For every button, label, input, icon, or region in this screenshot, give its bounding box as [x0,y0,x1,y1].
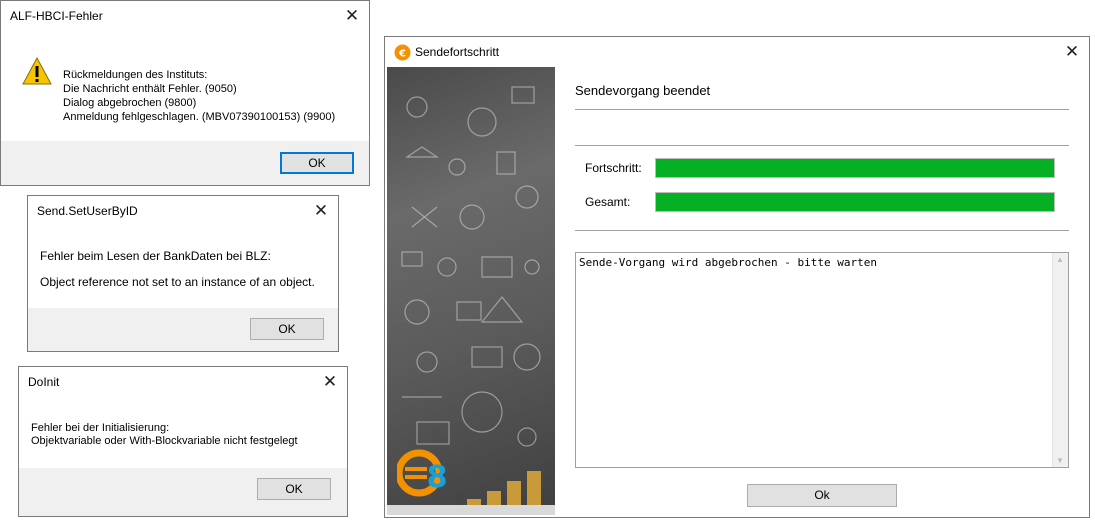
progress-label: Fortschritt: [585,161,642,175]
message-line: Die Nachricht enthält Fehler. (9050) [63,83,237,95]
message-line: Rückmeldungen des Instituts: [63,69,208,81]
total-label: Gesamt: [585,195,631,209]
set-user-by-id-error-dialog: Send.SetUserByID ✕ Fehler beim Lesen der… [27,195,339,352]
close-icon[interactable]: ✕ [335,1,369,31]
error-message: Fehler bei der Initialisierung: [31,422,170,434]
doinit-error-dialog: DoInit ✕ Fehler bei der Initialisierung:… [18,366,348,517]
log-text: Sende-Vorgang wird abgebrochen - bitte w… [579,256,878,269]
dialog-footer: OK [1,141,369,185]
close-icon[interactable]: ✕ [304,196,338,226]
close-icon[interactable]: ✕ [1055,37,1089,67]
title-bar: DoInit ✕ [19,367,347,397]
alf-hbci-error-dialog: ALF-HBCI-Fehler ✕ Rückmeldungen des Inst… [0,0,370,186]
log-scrollbar[interactable]: ▲ ▼ [1052,253,1068,467]
svg-text:8: 8 [427,460,448,495]
scroll-down-icon[interactable]: ▼ [1056,456,1064,465]
scroll-up-icon[interactable]: ▲ [1056,255,1064,264]
total-progress-bar-fill [656,193,1054,211]
dialog-footer: OK [19,468,347,516]
progress-bar [655,158,1055,178]
window-title: Sendefortschritt [415,45,500,59]
status-heading: Sendevorgang beendet [575,83,711,98]
dialog-title: ALF-HBCI-Fehler [10,9,103,23]
dialog-footer: OK [28,308,338,351]
ok-button[interactable]: OK [250,318,324,340]
ok-button[interactable]: Ok [747,484,897,507]
send-progress-window: € Sendefortschritt ✕ 8 Sendevorgang been… [384,36,1090,518]
total-progress-bar [655,192,1055,212]
ok-button[interactable]: OK [257,478,331,500]
divider [575,145,1069,146]
error-detail: Objektvariable oder With-Blockvariable n… [31,435,298,447]
title-bar: ALF-HBCI-Fehler ✕ [1,1,369,31]
divider [575,230,1069,231]
title-bar: € Sendefortschritt ✕ [385,37,1089,67]
title-bar: Send.SetUserByID ✕ [28,196,338,226]
divider [575,109,1069,110]
message-line: Dialog abgebrochen (9800) [63,97,197,109]
message-line: Anmeldung fehlgeschlagen. (MBV0739010015… [63,111,336,123]
progress-bar-fill [656,159,1054,177]
log-textarea[interactable]: Sende-Vorgang wird abgebrochen - bitte w… [575,252,1069,468]
ok-button[interactable]: OK [280,152,354,174]
error-message: Fehler beim Lesen der BankDaten bei BLZ: [40,249,271,263]
side-banner-image: 8 [387,67,555,515]
error-detail: Object reference not set to an instance … [40,275,315,289]
euro-8-logo: 8 [397,449,448,497]
app-logo-icon: € [394,44,411,61]
dialog-title: DoInit [28,375,60,389]
dialog-title: Send.SetUserByID [37,204,138,218]
close-icon[interactable]: ✕ [313,367,347,397]
warning-icon [22,57,52,85]
svg-text:€: € [398,49,406,60]
